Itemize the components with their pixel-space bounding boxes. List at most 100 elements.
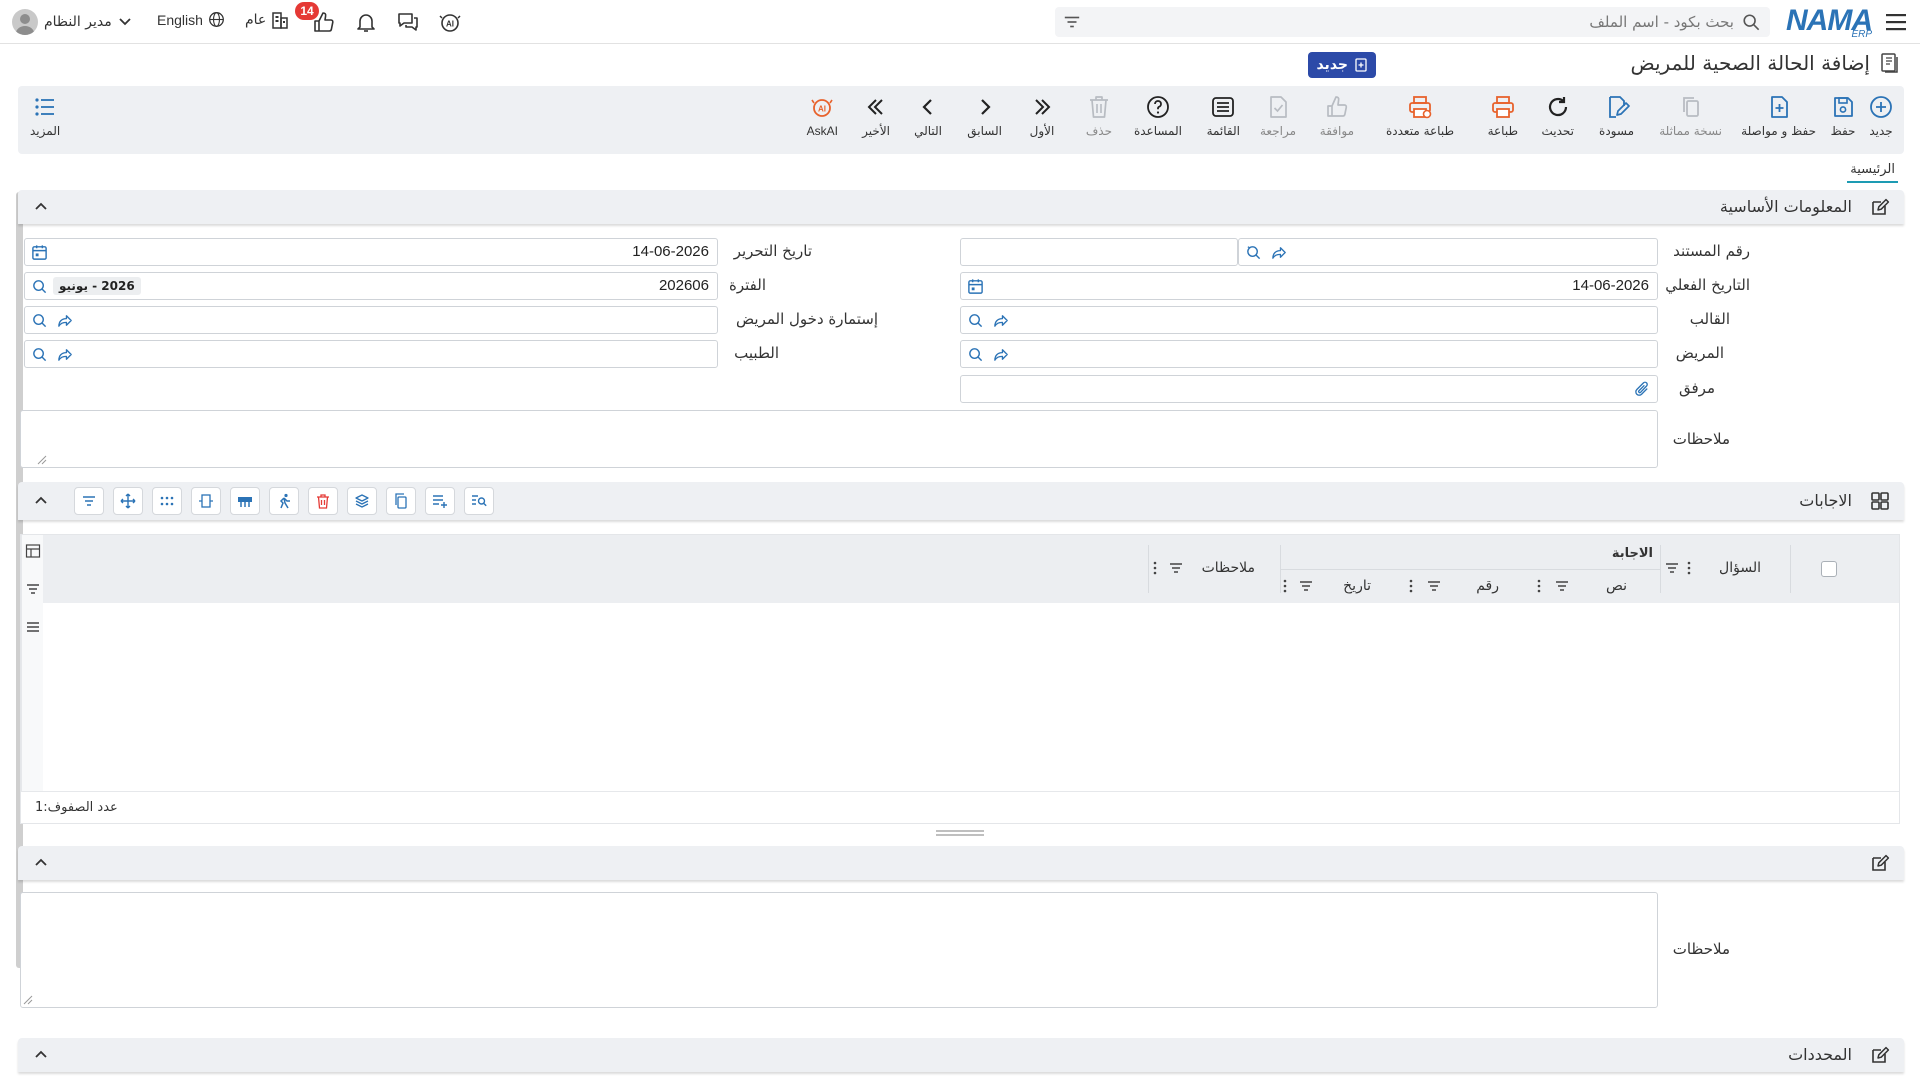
grid-move-button[interactable]: [113, 487, 143, 515]
column-date[interactable]: تاريخ: [1343, 578, 1371, 594]
grid-run-button[interactable]: [269, 487, 299, 515]
grid-dots-button[interactable]: [152, 487, 182, 515]
doc-number-field[interactable]: [960, 238, 1238, 266]
grid-layers-button[interactable]: [347, 487, 377, 515]
calendar-icon[interactable]: [31, 244, 48, 261]
edit-date-field[interactable]: 14-06-2026: [24, 238, 718, 266]
share-arrow-icon[interactable]: [57, 312, 74, 329]
language-switcher[interactable]: English: [157, 11, 225, 28]
grid-copy-button[interactable]: [386, 487, 416, 515]
template-lookup[interactable]: [960, 306, 1658, 334]
previous-button[interactable]: السابق: [967, 94, 1002, 150]
save-icon: [1834, 97, 1853, 117]
period-field[interactable]: 202606 2026 - يونيو: [24, 272, 718, 300]
column-filter-icon[interactable]: [1555, 579, 1569, 593]
splitter-handle[interactable]: [936, 829, 984, 837]
admission-form-lookup[interactable]: [24, 306, 718, 334]
chevron-up-icon[interactable]: [32, 198, 50, 216]
search-input[interactable]: [1114, 7, 1734, 37]
next-button[interactable]: التالي: [914, 94, 942, 150]
user-name: مدير النظام: [44, 14, 112, 30]
organization-switcher[interactable]: عام: [245, 10, 290, 30]
resize-grip-icon[interactable]: [37, 455, 47, 465]
search-refresh-icon[interactable]: [967, 346, 984, 363]
askai-icon[interactable]: AI: [438, 10, 462, 34]
column-number[interactable]: رقم: [1476, 578, 1499, 594]
share-arrow-icon[interactable]: [57, 346, 74, 363]
tab-main[interactable]: الرئيسية: [1847, 162, 1898, 183]
doctor-lookup[interactable]: [24, 340, 718, 368]
filter-icon[interactable]: [25, 581, 41, 597]
last-label: الأخير: [862, 124, 890, 138]
header-separator: [1790, 545, 1791, 593]
column-question[interactable]: السؤال: [1719, 560, 1761, 576]
share-arrow-icon[interactable]: [993, 346, 1010, 363]
search-icon[interactable]: [1742, 13, 1760, 31]
kebab-icon[interactable]: [1153, 561, 1157, 575]
search-refresh-icon[interactable]: [967, 312, 984, 329]
share-arrow-icon[interactable]: [993, 312, 1010, 329]
review-button[interactable]: مراجعة: [1260, 94, 1296, 150]
table-icon[interactable]: [25, 543, 41, 559]
grid-filter-button[interactable]: [74, 487, 104, 515]
last-button[interactable]: الأخير: [862, 94, 890, 150]
askai-button[interactable]: AI AskAI: [807, 94, 838, 150]
menu-lines-icon[interactable]: [25, 619, 41, 635]
kebab-icon[interactable]: [1537, 579, 1541, 593]
kebab-icon[interactable]: [1409, 579, 1413, 593]
chat-icon[interactable]: [396, 10, 420, 34]
draft-button[interactable]: مسودة: [1599, 94, 1634, 150]
chevron-up-icon[interactable]: [32, 854, 50, 872]
question-column-menu[interactable]: [1687, 561, 1691, 575]
column-text[interactable]: نص: [1606, 578, 1627, 594]
grid-search-list-button[interactable]: [464, 487, 494, 515]
multi-print-button[interactable]: طباعة متعددة: [1386, 94, 1454, 150]
calendar-icon[interactable]: [967, 278, 984, 295]
filter-icon[interactable]: [1063, 13, 1081, 31]
search-refresh-icon[interactable]: [1245, 244, 1262, 261]
column-filter-icon[interactable]: [1427, 579, 1441, 593]
kebab-icon[interactable]: [1687, 561, 1691, 575]
delete-button[interactable]: حذف: [1086, 94, 1112, 150]
new-button[interactable]: جديد: [1868, 94, 1894, 150]
select-all-checkbox[interactable]: [1821, 561, 1837, 577]
attachment-field[interactable]: [960, 375, 1658, 403]
draft-label: مسودة: [1599, 124, 1634, 138]
search-refresh-icon[interactable]: [31, 346, 48, 363]
resize-grip-icon[interactable]: [23, 995, 33, 1005]
actual-date-field[interactable]: 14-06-2026: [960, 272, 1658, 300]
notes-textarea-2[interactable]: [20, 892, 1658, 1008]
first-button[interactable]: الأول: [1029, 94, 1055, 150]
paperclip-icon[interactable]: [1634, 381, 1651, 398]
patient-lookup[interactable]: [960, 340, 1658, 368]
column-filter-icon[interactable]: [1169, 561, 1183, 575]
app-logo[interactable]: NAMA ERP: [1786, 4, 1873, 40]
menu-icon[interactable]: [1884, 11, 1908, 33]
user-menu[interactable]: مدير النظام: [12, 8, 132, 36]
chevron-up-icon[interactable]: [32, 1046, 50, 1064]
search-refresh-icon[interactable]: [31, 278, 48, 295]
column-filter-icon[interactable]: [1665, 561, 1679, 575]
search-refresh-icon[interactable]: [31, 312, 48, 329]
bell-icon[interactable]: [354, 10, 378, 34]
refresh-button[interactable]: تحديث: [1541, 94, 1574, 150]
print-button[interactable]: طباعة: [1488, 94, 1518, 150]
save-continue-button[interactable]: حفظ و مواصلة: [1741, 94, 1816, 150]
approve-button[interactable]: موافقة: [1320, 94, 1354, 150]
duplicate-button[interactable]: نسخة مماثلة: [1659, 94, 1722, 150]
share-arrow-icon[interactable]: [1271, 244, 1288, 261]
doc-number-lookup[interactable]: [1238, 238, 1658, 266]
kebab-icon[interactable]: [1283, 579, 1287, 593]
grid-add-list-button[interactable]: [425, 487, 455, 515]
more-button[interactable]: المزيد: [30, 94, 60, 150]
column-notes[interactable]: ملاحظات: [1202, 560, 1255, 576]
column-filter-icon[interactable]: [1299, 579, 1313, 593]
list-button[interactable]: القائمة: [1207, 94, 1240, 150]
save-button[interactable]: حفظ: [1830, 94, 1856, 150]
chevron-up-icon[interactable]: [32, 492, 50, 510]
grid-fit-columns-button[interactable]: [191, 487, 221, 515]
grid-insert-row-button[interactable]: [230, 487, 260, 515]
grid-delete-button[interactable]: [308, 487, 338, 515]
help-button[interactable]: المساعدة: [1134, 94, 1182, 150]
notes-textarea[interactable]: [20, 410, 1658, 468]
